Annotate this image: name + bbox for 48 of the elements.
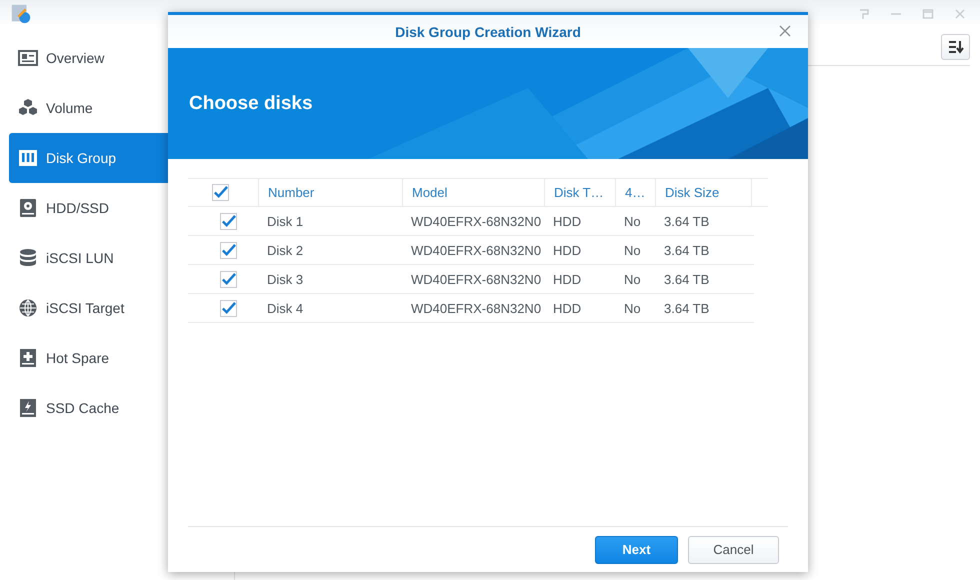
cubes-icon: [18, 98, 38, 118]
dialog-title: Disk Group Creation Wizard: [395, 24, 581, 40]
row-checkbox[interactable]: [220, 300, 237, 316]
column-header[interactable]: Model: [412, 185, 448, 200]
table-cell: WD40EFRX-68N32N0: [411, 300, 542, 316]
sidebar-item[interactable]: iSCSI Target: [9, 283, 234, 333]
column-header[interactable]: Number: [268, 185, 314, 200]
sidebar-item[interactable]: Overview: [9, 33, 234, 83]
row-checkbox[interactable]: [220, 212, 237, 230]
table-cell: 3.64 TB: [664, 214, 710, 228]
sort-icon: [948, 40, 964, 54]
wizard-heading: Choose disks: [189, 92, 313, 114]
database-icon: [18, 248, 38, 268]
cancel-button[interactable]: Cancel: [688, 536, 779, 564]
table-cell: Disk 4: [267, 300, 304, 316]
table-cell: Disk 1: [267, 214, 304, 228]
table-cell: WD40EFRX-68N32N0: [411, 242, 542, 258]
app-logo-icon: [10, 3, 32, 25]
table-cell: WD40EFRX-68N32N0: [411, 214, 542, 228]
id-card-icon: [18, 48, 38, 68]
table-cell: 3.64 TB: [664, 242, 710, 258]
row-checkbox[interactable]: [220, 242, 237, 258]
table-cell: HDD: [553, 214, 582, 228]
table-cell: 3.64 TB: [664, 300, 710, 316]
table-cell: HDD: [553, 272, 582, 286]
table-cell: Disk 3: [267, 272, 304, 286]
table-cell: Disk 2: [267, 242, 304, 258]
sidebar-item[interactable]: Hot Spare: [9, 333, 234, 383]
table-cell: WD40EFRX-68N32N0: [411, 272, 542, 286]
table-cell: No: [624, 300, 641, 316]
column-header[interactable]: Disk Size: [665, 185, 720, 200]
sort-button[interactable]: [941, 34, 970, 60]
row-checkbox[interactable]: [220, 270, 237, 288]
table-cell: HDD: [553, 300, 582, 316]
sidebar-item[interactable]: SSD Cache: [9, 383, 234, 433]
table-cell: No: [624, 242, 641, 258]
disk-group-icon: [18, 148, 38, 168]
column-header[interactable]: Disk T…: [554, 185, 604, 200]
sidebar-item[interactable]: HDD/SSD: [9, 183, 234, 233]
table-cell: No: [624, 272, 641, 286]
select-all-checkbox[interactable]: [212, 184, 229, 201]
table-cell: No: [624, 214, 641, 228]
table-cell: 3.64 TB: [664, 272, 710, 286]
sidebar-item[interactable]: iSCSI LUN: [9, 233, 234, 283]
globe-icon: [18, 298, 38, 318]
table-cell: HDD: [553, 242, 582, 258]
column-header[interactable]: 4…: [625, 185, 646, 200]
close-icon[interactable]: [779, 25, 791, 37]
